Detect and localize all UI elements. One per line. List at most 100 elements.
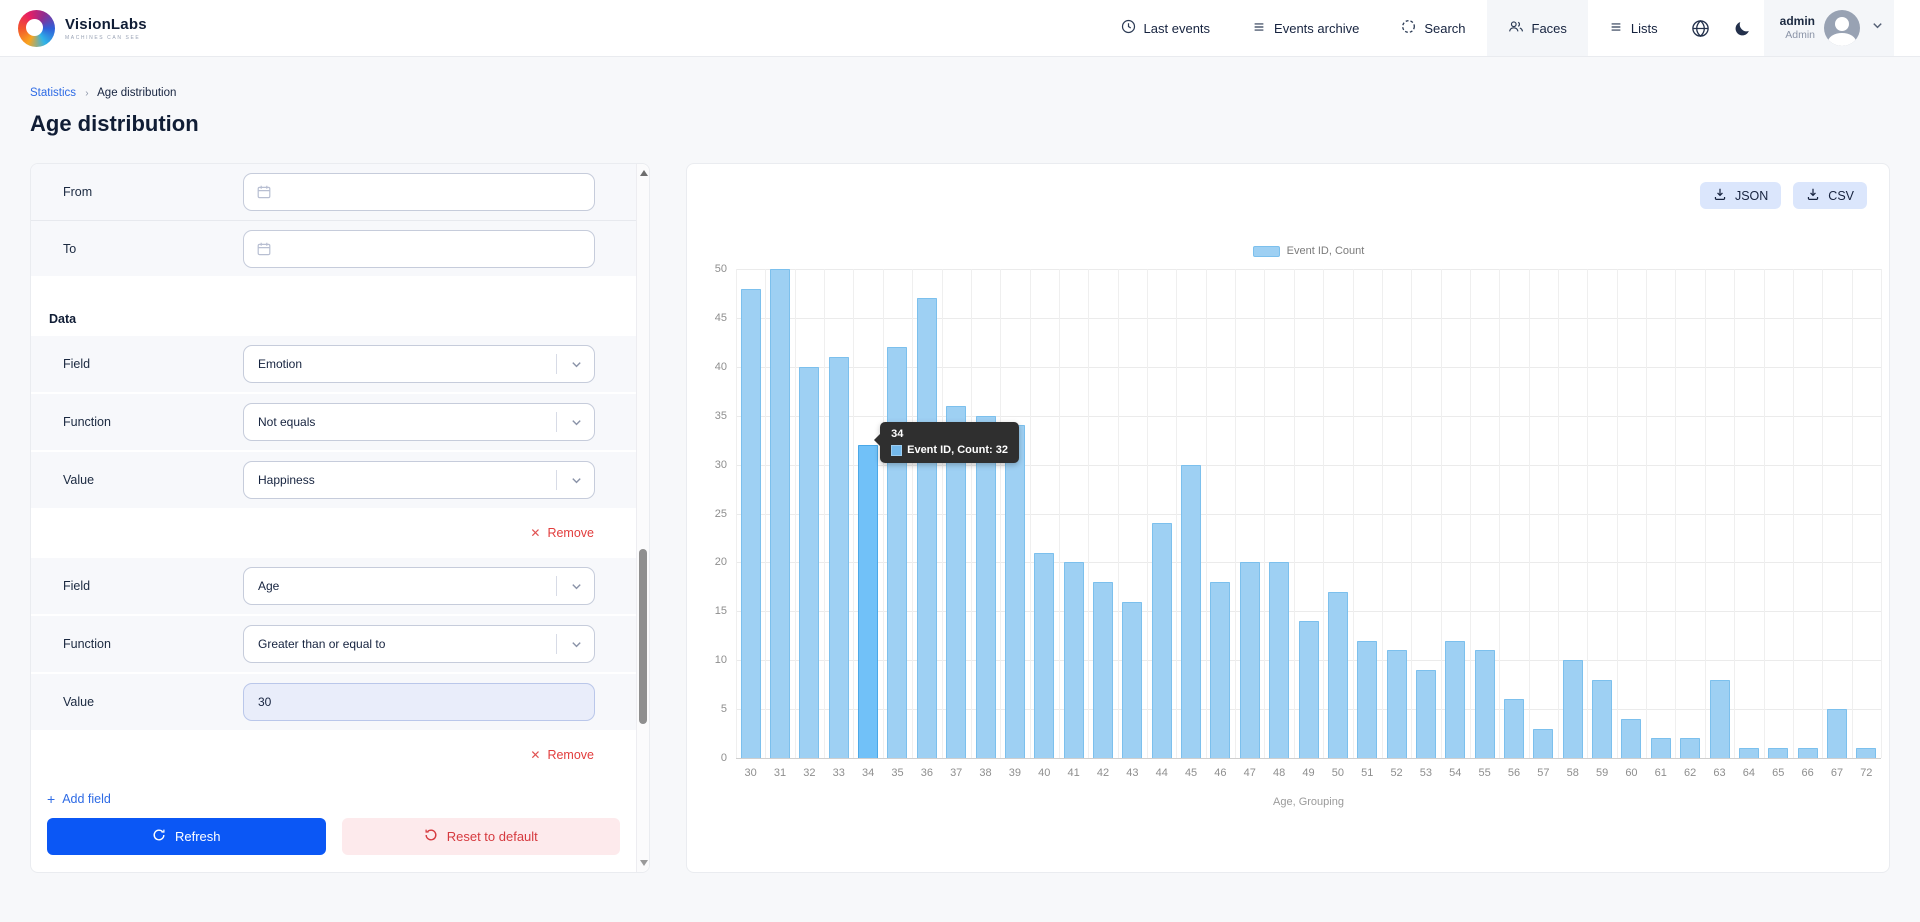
nav-label: Events archive bbox=[1274, 21, 1359, 36]
bar-age-67[interactable] bbox=[1827, 709, 1847, 758]
bar-age-30[interactable] bbox=[741, 289, 761, 758]
dark-mode-moon-icon[interactable] bbox=[1722, 0, 1764, 56]
function-select-2[interactable]: Greater than or equal to bbox=[243, 625, 595, 663]
bar-age-42[interactable] bbox=[1093, 582, 1113, 758]
bar-age-40[interactable] bbox=[1034, 553, 1054, 758]
dashed-circle-icon bbox=[1401, 19, 1416, 37]
x-gridline bbox=[1030, 269, 1031, 758]
bar-age-53[interactable] bbox=[1416, 670, 1436, 758]
bar-age-54[interactable] bbox=[1445, 641, 1465, 758]
bar-age-58[interactable] bbox=[1563, 660, 1583, 758]
select-value: Emotion bbox=[258, 357, 302, 371]
bar-age-60[interactable] bbox=[1621, 719, 1641, 758]
filter-row-value-1: Value Happiness bbox=[31, 452, 636, 508]
chart-legend[interactable]: Event ID, Count bbox=[736, 245, 1881, 257]
x-gridline bbox=[1822, 269, 1823, 758]
value-select-1[interactable]: Happiness bbox=[243, 461, 595, 499]
bar-age-33[interactable] bbox=[829, 357, 849, 758]
from-date-input[interactable] bbox=[243, 173, 595, 211]
bar-age-47[interactable] bbox=[1240, 562, 1260, 758]
chart-tooltip: 34 Event ID, Count: 32 bbox=[880, 422, 1019, 463]
nav-item-search[interactable]: Search bbox=[1380, 0, 1486, 56]
function-label: Function bbox=[31, 637, 243, 651]
bar-age-56[interactable] bbox=[1504, 699, 1524, 758]
nav-item-faces[interactable]: Faces bbox=[1487, 0, 1588, 56]
x-axis-tick-label: 34 bbox=[862, 767, 874, 779]
bar-age-55[interactable] bbox=[1475, 650, 1495, 758]
bar-age-32[interactable] bbox=[799, 367, 819, 758]
breadcrumb-statistics-link[interactable]: Statistics bbox=[30, 87, 76, 99]
x-gridline bbox=[1558, 269, 1559, 758]
x-axis-tick-label: 38 bbox=[979, 767, 991, 779]
brand[interactable]: VisionLabs MACHINES CAN SEE bbox=[18, 10, 147, 47]
x-gridline bbox=[1529, 269, 1530, 758]
x-gridline bbox=[971, 269, 972, 758]
bar-age-39[interactable] bbox=[1005, 425, 1025, 758]
bar-age-50[interactable] bbox=[1328, 592, 1348, 758]
scroll-down-arrow-icon[interactable] bbox=[640, 860, 648, 866]
bar-age-38[interactable] bbox=[976, 416, 996, 758]
value-input-2[interactable]: 30 bbox=[243, 683, 595, 721]
reset-to-default-button[interactable]: Reset to default bbox=[342, 818, 621, 855]
x-gridline bbox=[1852, 269, 1853, 758]
bar-age-48[interactable] bbox=[1269, 562, 1289, 758]
nav-item-lists[interactable]: Lists bbox=[1588, 0, 1679, 56]
remove-filter-button-2[interactable]: ✕ Remove bbox=[530, 748, 594, 762]
bar-age-46[interactable] bbox=[1210, 582, 1230, 758]
calendar-icon bbox=[256, 241, 272, 257]
x-axis-tick-label: 32 bbox=[803, 767, 815, 779]
select-divider bbox=[556, 634, 557, 654]
x-axis-tick-label: 35 bbox=[891, 767, 903, 779]
brand-tagline: MACHINES CAN SEE bbox=[65, 35, 147, 41]
download-csv-button[interactable]: CSV bbox=[1793, 182, 1867, 209]
bar-age-52[interactable] bbox=[1387, 650, 1407, 758]
add-field-button[interactable]: + Add field bbox=[47, 791, 111, 807]
bar-age-64[interactable] bbox=[1739, 748, 1759, 758]
add-field-row: + Add field bbox=[31, 780, 636, 818]
bar-age-59[interactable] bbox=[1592, 680, 1612, 758]
x-gridline bbox=[1206, 269, 1207, 758]
y-gridline: 25 bbox=[736, 514, 1881, 515]
function-select-1[interactable]: Not equals bbox=[243, 403, 595, 441]
x-gridline bbox=[824, 269, 825, 758]
bar-age-72[interactable] bbox=[1856, 748, 1876, 758]
y-axis-tick-label: 35 bbox=[715, 410, 727, 422]
scrollbar-thumb[interactable] bbox=[639, 549, 647, 724]
bar-age-66[interactable] bbox=[1798, 748, 1818, 758]
x-axis-tick-label: 49 bbox=[1302, 767, 1314, 779]
bar-age-49[interactable] bbox=[1299, 621, 1319, 758]
remove-filter-button-1[interactable]: ✕ Remove bbox=[530, 526, 594, 540]
bar-age-45[interactable] bbox=[1181, 465, 1201, 758]
field-select-1[interactable]: Emotion bbox=[243, 345, 595, 383]
bar-age-41[interactable] bbox=[1064, 562, 1084, 758]
panel-scrollbar[interactable] bbox=[636, 164, 649, 872]
input-value: 30 bbox=[258, 695, 271, 709]
bar-age-51[interactable] bbox=[1357, 641, 1377, 758]
nav-item-last-events[interactable]: Last events bbox=[1100, 0, 1232, 56]
to-date-input[interactable] bbox=[243, 230, 595, 268]
bar-age-62[interactable] bbox=[1680, 738, 1700, 758]
refresh-button[interactable]: Refresh bbox=[47, 818, 326, 855]
bar-age-35[interactable] bbox=[887, 347, 907, 758]
field-select-2[interactable]: Age bbox=[243, 567, 595, 605]
x-gridline bbox=[1294, 269, 1295, 758]
x-axis-tick-label: 61 bbox=[1655, 767, 1667, 779]
bar-age-57[interactable] bbox=[1533, 729, 1553, 758]
bar-age-34[interactable] bbox=[858, 445, 878, 758]
x-gridline bbox=[1264, 269, 1265, 758]
bar-age-65[interactable] bbox=[1768, 748, 1788, 758]
bar-age-44[interactable] bbox=[1152, 523, 1172, 758]
bar-age-61[interactable] bbox=[1651, 738, 1671, 758]
bar-age-31[interactable] bbox=[770, 269, 790, 758]
archive-list-icon bbox=[1252, 20, 1266, 37]
language-globe-icon[interactable] bbox=[1679, 0, 1722, 56]
bar-age-63[interactable] bbox=[1710, 680, 1730, 758]
bar-age-36[interactable] bbox=[917, 298, 937, 758]
nav-item-events-archive[interactable]: Events archive bbox=[1231, 0, 1380, 56]
bar-age-43[interactable] bbox=[1122, 602, 1142, 758]
x-axis-tick-label: 50 bbox=[1332, 767, 1344, 779]
x-axis-tick-label: 60 bbox=[1625, 767, 1637, 779]
scroll-up-arrow-icon[interactable] bbox=[640, 170, 648, 176]
user-menu[interactable]: admin Admin bbox=[1764, 0, 1894, 56]
download-json-button[interactable]: JSON bbox=[1700, 182, 1781, 209]
